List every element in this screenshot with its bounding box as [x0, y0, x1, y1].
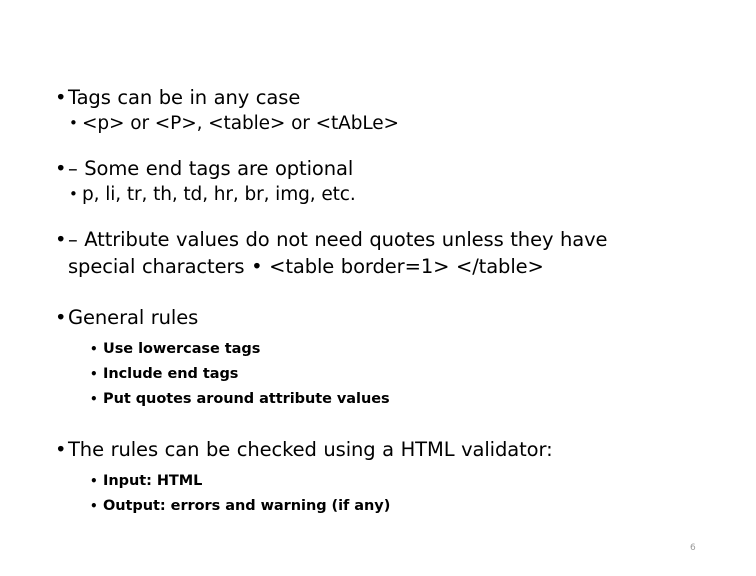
bullet-level2-tags-case: • <p> or <P>, <table> or <tAbLe>	[0, 111, 756, 136]
bullet-level1-text: – Attribute values do not need quotes un…	[68, 228, 608, 278]
bullet-level1-text: Tags can be in any case	[68, 86, 301, 109]
slide-canvas: • Tags can be in any case • <p> or <P>, …	[0, 0, 756, 576]
bullet-level3-use-lowercase-tags: • Use lowercase tags	[0, 337, 756, 362]
bullet-level3-text: Include end tags	[103, 366, 239, 382]
bullet-group-attribute-quotes: • – Attribute values do not need quotes …	[0, 226, 756, 280]
bullet-glyph-icon: •	[55, 157, 67, 180]
bullet-glyph-icon: •	[55, 306, 67, 329]
bullet-level1-end-tags: • – Some end tags are optional	[0, 155, 756, 182]
bullet-glyph-icon: •	[69, 185, 78, 203]
bullet-glyph-icon: •	[69, 114, 78, 132]
bullet-glyph-icon: •	[55, 438, 67, 461]
bullet-group-end-tags: • – Some end tags are optional • p, li, …	[0, 155, 756, 207]
bullet-level2-end-tags: • p, li, tr, th, td, hr, br, img, etc.	[0, 182, 756, 207]
bullet-glyph-icon: •	[90, 392, 98, 406]
bullet-level1-validator: • The rules can be checked using a HTML …	[0, 436, 756, 463]
bullet-level3-output-errors-and-warning: • Output: errors and warning (if any)	[0, 494, 756, 519]
page-number: 6	[690, 543, 696, 553]
bullet-level1-text: The rules can be checked using a HTML va…	[68, 438, 553, 461]
bullet-level1-text: General rules	[68, 306, 199, 329]
bullet-level1-text: – Some end tags are optional	[68, 157, 354, 180]
bullet-glyph-icon: •	[90, 342, 98, 356]
bullet-level3-include-end-tags: • Include end tags	[0, 362, 756, 387]
bullet-level3-input-html: • Input: HTML	[0, 469, 756, 494]
bullet-level3-text: Output: errors and warning (if any)	[103, 498, 391, 514]
bullet-level2-text: <p> or <P>, <table> or <tAbLe>	[82, 113, 399, 134]
bullet-glyph-icon: •	[55, 86, 67, 109]
bullet-group-tags-case: • Tags can be in any case • <p> or <P>, …	[0, 84, 756, 136]
bullet-level1-general-rules: • General rules	[0, 304, 756, 331]
bullet-group-validator: • The rules can be checked using a HTML …	[0, 436, 756, 519]
bullet-glyph-icon: •	[90, 499, 98, 513]
bullet-level3-text: Use lowercase tags	[103, 341, 261, 357]
bullet-level2-text: p, li, tr, th, td, hr, br, img, etc.	[82, 184, 356, 205]
slide-body-content: • Tags can be in any case • <p> or <P>, …	[0, 84, 756, 532]
bullet-group-general-rules: • General rules • Use lowercase tags • I…	[0, 304, 756, 412]
bullet-glyph-icon: •	[90, 474, 98, 488]
bullet-level3-text: Put quotes around attribute values	[103, 391, 390, 407]
bullet-level3-put-quotes-around-attribute-values: • Put quotes around attribute values	[0, 387, 756, 412]
bullet-glyph-icon: •	[90, 367, 98, 381]
bullet-level3-text: Input: HTML	[103, 473, 203, 489]
bullet-glyph-icon: •	[55, 228, 67, 251]
bullet-level1-tags-case: • Tags can be in any case	[0, 84, 756, 111]
bullet-level1-attribute-quotes: • – Attribute values do not need quotes …	[0, 226, 756, 280]
